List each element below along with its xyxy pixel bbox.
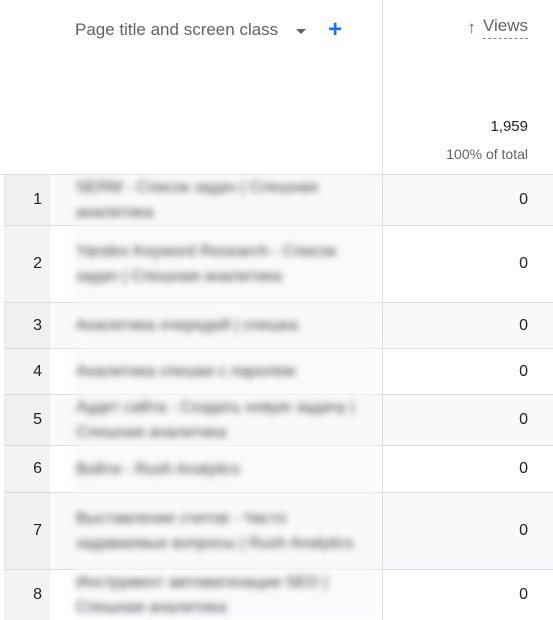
row-views: 0 [519, 411, 528, 428]
table-row[interactable]: 1 SERM - Список задач | Спешная аналитик… [4, 175, 553, 226]
row-page-title[interactable]: Аудит сайта - Создать новую задачу | Спе… [74, 395, 376, 445]
views-total-percent: 100% of total [446, 146, 528, 162]
row-page-title[interactable]: Аналитика спешки с паролем [74, 349, 376, 394]
row-page-title[interactable]: SERM - Список задач | Спешная аналитика [74, 175, 376, 225]
column-divider [382, 0, 383, 620]
arrow-up-icon[interactable]: ↑ [467, 18, 476, 38]
row-index: 6 [4, 446, 50, 492]
row-index: 3 [4, 303, 50, 348]
table-row[interactable]: 3 Аналитика очередей | спешка 0 [4, 303, 553, 349]
table-row[interactable]: 4 Аналитика спешки с паролем 0 [4, 349, 553, 395]
table-row[interactable]: 6 Войти - Rush Analytics 0 [4, 446, 553, 493]
row-views: 0 [519, 362, 528, 380]
row-views: 0 [519, 316, 528, 334]
caret-down-icon[interactable] [296, 28, 307, 34]
row-page-title[interactable]: Инструмент автоматизации SEO | Спешная а… [74, 570, 376, 620]
row-views: 0 [519, 586, 528, 603]
row-views: 0 [519, 191, 528, 208]
table-row[interactable]: 5 Аудит сайта - Создать новую задачу | С… [4, 395, 553, 446]
plus-icon[interactable]: + [328, 18, 342, 42]
table-row[interactable]: 8 Инструмент автоматизации SEO | Спешная… [4, 570, 553, 620]
row-views: 0 [519, 460, 528, 477]
views-total: 1,959 [490, 118, 528, 135]
row-index: 8 [4, 570, 50, 620]
row-page-title[interactable]: Yandex Keyword Research - Список задач |… [74, 226, 376, 302]
row-page-title[interactable]: Войти - Rush Analytics [74, 446, 376, 492]
row-index: 4 [4, 349, 50, 394]
row-views: 0 [519, 522, 528, 539]
views-column-header[interactable]: ↑ Views [467, 16, 528, 39]
row-index: 7 [4, 493, 50, 569]
dimension-column-header[interactable]: Page title and screen class + [75, 18, 342, 42]
row-page-title[interactable]: Выставление счетов - Часто задаваемые во… [74, 493, 376, 569]
row-index: 2 [4, 226, 50, 302]
table-header: Page title and screen class + ↑ Views 1,… [0, 0, 553, 175]
table-row[interactable]: 2 Yandex Keyword Research - Список задач… [4, 226, 553, 303]
row-page-title[interactable]: Аналитика очередей | спешка [74, 303, 376, 348]
row-views: 0 [519, 255, 528, 272]
dimension-header-label: Page title and screen class [75, 20, 279, 39]
row-index: 5 [4, 395, 50, 445]
views-header-label[interactable]: Views [482, 16, 528, 39]
table-row[interactable]: 7 Выставление счетов - Часто задаваемые … [4, 493, 553, 570]
row-index: 1 [4, 175, 50, 225]
